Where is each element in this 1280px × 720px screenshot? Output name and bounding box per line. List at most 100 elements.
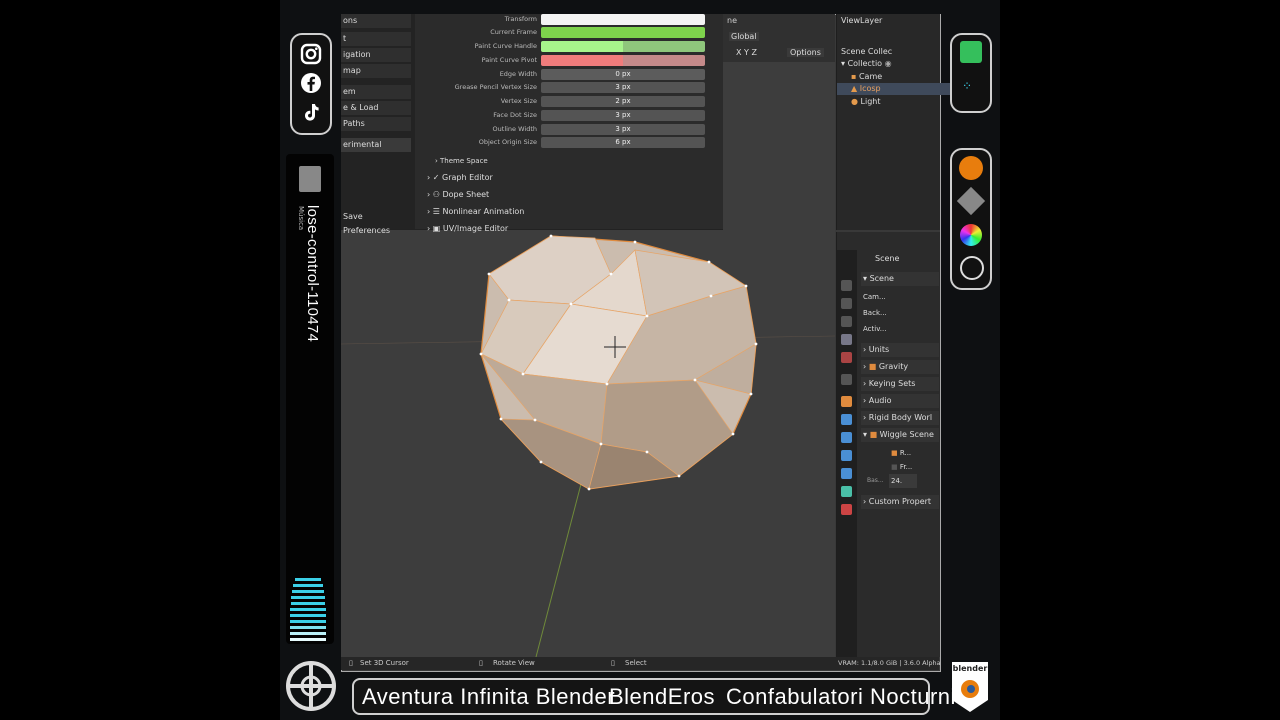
- row-label: Collectio: [847, 59, 883, 68]
- theme-row-vertex-size: Vertex Size 2 px: [417, 96, 717, 107]
- nav-item-save-load[interactable]: e & Load: [341, 101, 411, 115]
- outliner-row-icosphere[interactable]: ▲ Icosp: [837, 83, 954, 95]
- paint-curve-pivot-color[interactable]: [541, 55, 705, 66]
- material-tab-icon[interactable]: [841, 504, 852, 515]
- mouse-right-icon: ▯: [611, 659, 615, 667]
- panel-rigid-body-world[interactable]: › Rigid Body Worl: [861, 411, 939, 425]
- current-frame-color[interactable]: [541, 27, 705, 38]
- section-nonlinear-animation[interactable]: › ☰ Nonlinear Animation: [427, 207, 524, 216]
- edge-width-field[interactable]: 0 px: [541, 69, 705, 80]
- nav-item-navigation[interactable]: igation: [341, 48, 411, 62]
- row-label: Current Frame: [490, 28, 537, 36]
- section-label: Graph Editor: [442, 173, 493, 182]
- row-label: Paint Curve Pivot: [481, 56, 537, 64]
- mouse-left-icon: ▯: [349, 659, 353, 667]
- facebook-icon[interactable]: [300, 72, 322, 94]
- panel-wiggle-scene[interactable]: ▾ ■ Wiggle Scene: [861, 428, 939, 442]
- section-label: Nonlinear Animation: [442, 207, 525, 216]
- color-picker-icon[interactable]: [960, 224, 982, 246]
- object-tab-icon[interactable]: [841, 396, 852, 407]
- instagram-icon[interactable]: [300, 43, 322, 65]
- save-preferences-button[interactable]: Save Preferences: [341, 210, 411, 235]
- view-layer-tab-icon[interactable]: [841, 316, 852, 327]
- gp-vertex-size-field[interactable]: 3 px: [541, 82, 705, 93]
- section-label: Theme Space: [440, 157, 488, 165]
- row-label: Came: [858, 72, 883, 81]
- light-icon: ●: [851, 97, 858, 106]
- channel-logo-icon: [285, 660, 337, 712]
- paint-curve-handle-color[interactable]: [541, 41, 705, 52]
- background-scene-field[interactable]: Back...: [861, 306, 939, 320]
- panel-label: Scene: [869, 274, 894, 283]
- wiggle-item-2[interactable]: ■ Fr...: [889, 460, 931, 474]
- modifier-tab-icon[interactable]: [841, 414, 852, 425]
- section-dope-sheet[interactable]: › ⚇ Dope Sheet: [427, 190, 489, 199]
- options-dropdown[interactable]: Options: [787, 48, 824, 57]
- manjaro-icon[interactable]: [960, 41, 982, 63]
- camera-field[interactable]: Cam...: [861, 290, 939, 304]
- physics-tab-icon[interactable]: [841, 450, 852, 461]
- theme-row-outline-width: Outline Width 3 px: [417, 124, 717, 135]
- tiktok-icon[interactable]: [300, 101, 322, 123]
- vertex-size-field[interactable]: 2 px: [541, 96, 705, 107]
- panel-label: Gravity: [878, 362, 909, 371]
- section-graph-editor[interactable]: › ✓ Graph Editor: [427, 173, 493, 182]
- panel-keying-sets[interactable]: › Keying Sets: [861, 377, 939, 391]
- mesh-icon: ▲: [851, 84, 858, 93]
- panel-gravity[interactable]: › ■ Gravity: [861, 360, 939, 374]
- object-origin-size-field[interactable]: 6 px: [541, 137, 705, 148]
- obs-icon[interactable]: [960, 256, 984, 280]
- section-uv-image-editor[interactable]: › ▣ UV/Image Editor: [427, 224, 508, 233]
- collection-tab-icon[interactable]: [841, 374, 852, 385]
- blender-badge: blender: [950, 660, 990, 714]
- scene-tab-icon[interactable]: [841, 334, 852, 345]
- outliner-row-light[interactable]: ● Light: [851, 96, 954, 108]
- properties-tabs: [837, 250, 857, 657]
- row-label: Edge Width: [499, 70, 537, 78]
- active-clip-field[interactable]: Activ...: [861, 322, 939, 336]
- mouse-middle-icon: ▯: [479, 659, 483, 667]
- inkscape-icon[interactable]: [956, 186, 986, 216]
- banner-title-1: Aventura Infinita Blender: [362, 684, 616, 709]
- blender-app-icon[interactable]: [959, 156, 983, 180]
- theme-row-edge-width: Edge Width 0 px: [417, 69, 717, 80]
- transform-orientation-dropdown[interactable]: Global: [729, 32, 759, 41]
- panel-scene[interactable]: ▾ Scene: [861, 272, 939, 286]
- nav-item-keymap[interactable]: map: [341, 64, 411, 78]
- section-theme-space[interactable]: › Theme Space: [435, 157, 488, 165]
- panel-custom-properties[interactable]: › Custom Propert: [861, 495, 939, 509]
- music-logo-icon: [299, 166, 321, 192]
- nav-item-experimental[interactable]: erimental: [341, 138, 411, 152]
- status-left-hint: Set 3D Cursor: [360, 659, 409, 667]
- wiggle-base-label: Bas...: [865, 474, 889, 488]
- outline-width-field[interactable]: 3 px: [541, 124, 705, 135]
- transform-color[interactable]: [541, 14, 705, 25]
- row-label: Vertex Size: [500, 97, 537, 105]
- status-right-hint: Select: [625, 659, 647, 667]
- nav-item-animations[interactable]: ons: [341, 14, 411, 28]
- world-tab-icon[interactable]: [841, 352, 852, 363]
- eye-icon[interactable]: ◉: [885, 59, 892, 68]
- nav-item-input[interactable]: t: [341, 32, 411, 46]
- render-tab-icon[interactable]: [841, 280, 852, 291]
- mirror-axes-toggle[interactable]: X Y Z: [736, 48, 757, 57]
- data-tab-icon[interactable]: [841, 486, 852, 497]
- panel-audio[interactable]: › Audio: [861, 394, 939, 408]
- theme-row-transform: Transform: [417, 14, 717, 25]
- outliner-row-collection[interactable]: ▾ Collectio ◉: [841, 58, 944, 70]
- theme-row-object-origin-size: Object Origin Size 6 px: [417, 137, 717, 148]
- outliner-row-scene-collection[interactable]: Scene Collec: [841, 46, 944, 58]
- outliner-row-camera[interactable]: ▪ Came: [851, 71, 954, 83]
- constraints-tab-icon[interactable]: [841, 468, 852, 479]
- row-label: Outline Width: [492, 125, 537, 133]
- camera-icon: ▪: [851, 72, 857, 81]
- wiggle-base-field[interactable]: 24.: [889, 474, 917, 488]
- nav-item-system[interactable]: em: [341, 85, 411, 99]
- particles-tab-icon[interactable]: [841, 432, 852, 443]
- face-dot-size-field[interactable]: 3 px: [541, 110, 705, 121]
- nav-item-file-paths[interactable]: Paths: [341, 117, 411, 131]
- panel-units[interactable]: › Units: [861, 343, 939, 357]
- kde-dots-icon[interactable]: ⁘: [962, 79, 980, 101]
- wiggle-item-1[interactable]: ■ R...: [889, 446, 931, 460]
- output-tab-icon[interactable]: [841, 298, 852, 309]
